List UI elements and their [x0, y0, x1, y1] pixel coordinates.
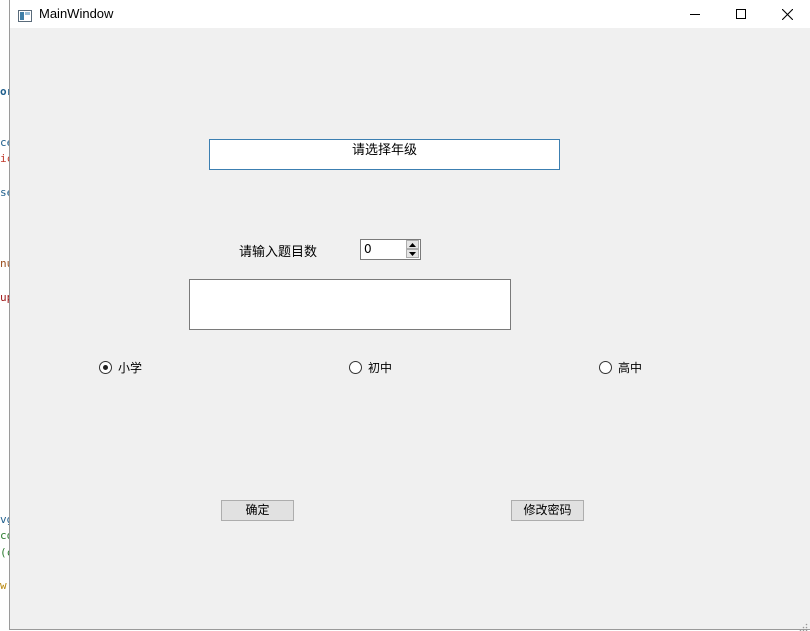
minimize-icon: [690, 14, 700, 15]
question-count-label: 请输入题目数: [239, 245, 318, 260]
radio-indicator[interactable]: [599, 361, 612, 374]
radio-label: 初中: [368, 361, 393, 375]
grade-prompt-box[interactable]: 请选择年级: [209, 139, 560, 170]
maximize-button[interactable]: [718, 0, 764, 28]
close-button[interactable]: [764, 0, 810, 28]
close-icon: [781, 8, 793, 20]
arrow-up-icon: [409, 242, 416, 247]
maximize-icon: [736, 9, 746, 19]
resize-grip-icon: [799, 623, 808, 631]
radio-indicator[interactable]: [349, 361, 362, 374]
radio-label: 小学: [118, 361, 143, 375]
arrow-down-icon: [409, 251, 416, 256]
radio-label: 高中: [618, 361, 643, 375]
app-icon: [18, 7, 32, 22]
radio-primary-school[interactable]: 小学: [99, 359, 142, 376]
radio-senior-high[interactable]: 高中: [599, 359, 642, 376]
background-text: w: [0, 579, 7, 592]
radio-junior-high[interactable]: 初中: [349, 359, 392, 376]
central-widget: 请选择年级 请输入题目数 0 小学 初中 高中 确定 修改密码: [10, 28, 810, 631]
minimize-button[interactable]: [672, 0, 718, 28]
size-grip[interactable]: [798, 617, 808, 631]
window-title: MainWindow: [39, 6, 114, 21]
spin-down-button[interactable]: [406, 249, 419, 258]
radio-indicator[interactable]: [99, 361, 112, 374]
question-count-spinbox[interactable]: 0: [360, 239, 421, 260]
spin-up-button[interactable]: [406, 240, 419, 249]
title-bar[interactable]: MainWindow: [10, 0, 810, 28]
output-text-area[interactable]: [189, 279, 511, 330]
change-password-button[interactable]: 修改密码: [511, 500, 584, 521]
main-window: MainWindow 请选择年级 请输入题目数 0 小学 初中 高中 确定 修改…: [9, 0, 810, 631]
confirm-button[interactable]: 确定: [221, 500, 294, 521]
question-count-value[interactable]: 0: [364, 242, 372, 256]
screen: or ce ic se nu up vg co (c w MainWindow: [0, 0, 810, 631]
